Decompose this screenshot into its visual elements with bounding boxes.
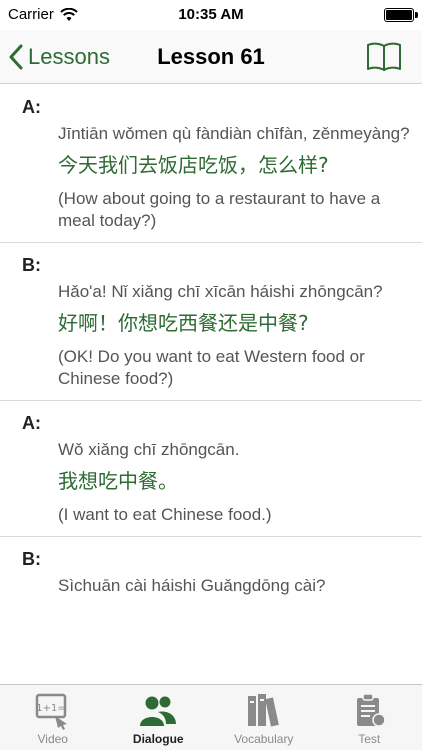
- english-translation: (OK! Do you want to eat Western food or …: [58, 347, 365, 388]
- vocabulary-icon: [247, 694, 279, 727]
- test-icon: [357, 693, 386, 727]
- navigation-bar: Lessons Lesson 61: [0, 30, 422, 84]
- tab-test[interactable]: Test: [317, 685, 422, 750]
- video-icon: 1+1=: [35, 693, 67, 730]
- page-title: Lesson 61: [157, 44, 265, 69]
- speaker-label: B:: [22, 549, 41, 569]
- dialogue-list[interactable]: A: Jīntiān wǒmen qù fàndiàn chīfàn, zěnm…: [0, 85, 422, 684]
- tab-label: Video: [37, 732, 68, 746]
- status-bar: Carrier 10:35 AM: [0, 0, 422, 30]
- dialogue-icon: [140, 696, 177, 726]
- dialogue-line: B: Hǎo'a! Nǐ xiǎng chī xīcān háishi zhōn…: [0, 243, 422, 401]
- pinyin-text: Jīntiān wǒmen qù fàndiàn chīfàn, zěnmeyà…: [58, 124, 410, 143]
- tab-video[interactable]: 1+1= Video: [0, 685, 106, 750]
- dialogue-line: B: Sìchuān cài háishi Guǎngdōng cài?: [0, 537, 422, 597]
- english-translation: (I want to eat Chinese food.): [58, 505, 272, 524]
- tab-dialogue[interactable]: Dialogue: [106, 685, 212, 750]
- tab-bar: 1+1= Video Dialogue Vocabulary Test: [0, 684, 422, 750]
- tab-vocabulary[interactable]: Vocabulary: [211, 685, 317, 750]
- hanzi-text[interactable]: 今天我们去饭店吃饭，怎么样?: [58, 152, 422, 178]
- dialogue-line: A: Wǒ xiǎng chī zhōngcān. 我想吃中餐。 (I want…: [0, 401, 422, 537]
- tab-label: Vocabulary: [234, 732, 294, 746]
- status-time: 10:35 AM: [178, 6, 244, 23]
- tab-label: Test: [358, 732, 381, 746]
- speaker-label: A:: [22, 413, 41, 433]
- dialogue-line: A: Jīntiān wǒmen qù fàndiàn chīfàn, zěnm…: [0, 85, 422, 243]
- book-icon[interactable]: [366, 40, 402, 72]
- english-translation: (How about going to a restaurant to have…: [58, 189, 381, 230]
- pinyin-text: Wǒ xiǎng chī zhōngcān.: [58, 440, 240, 459]
- hanzi-text[interactable]: 我想吃中餐。: [58, 468, 422, 494]
- battery-icon: [384, 8, 418, 22]
- speaker-label: B:: [22, 255, 41, 275]
- speaker-label: A:: [22, 97, 41, 117]
- pinyin-text: Hǎo'a! Nǐ xiǎng chī xīcān háishi zhōngcā…: [58, 282, 383, 301]
- hanzi-text[interactable]: 好啊！你想吃西餐还是中餐?: [58, 310, 422, 336]
- svg-text:1+1=: 1+1=: [36, 703, 65, 714]
- pinyin-text: Sìchuān cài háishi Guǎngdōng cài?: [58, 576, 326, 595]
- tab-label: Dialogue: [132, 732, 184, 746]
